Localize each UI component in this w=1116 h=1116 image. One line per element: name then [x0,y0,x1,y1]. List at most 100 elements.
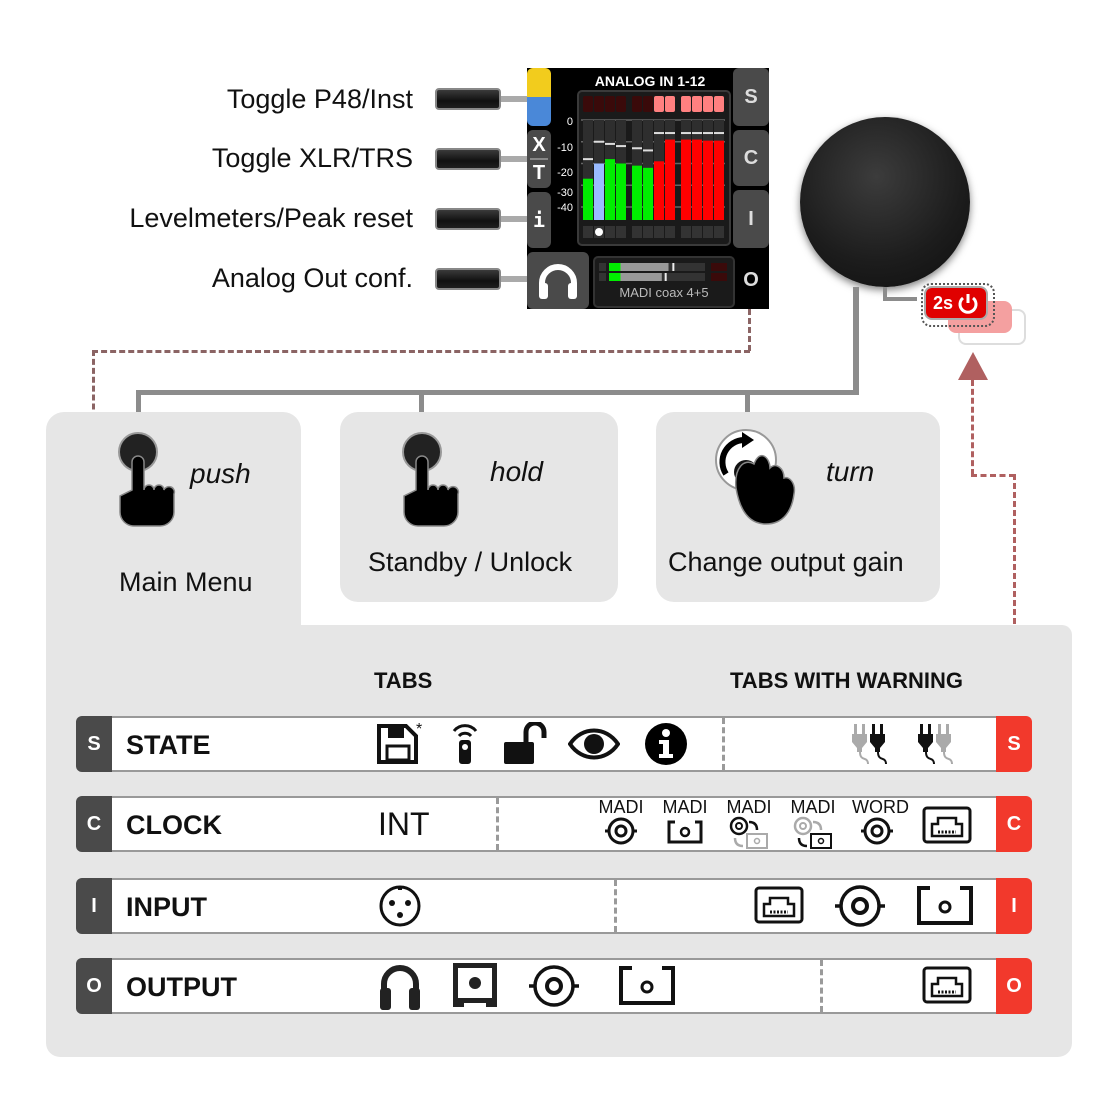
row-clock[interactable]: C CLOCK INT MADI MADI MADI MADI WORD C [76,796,1032,852]
verb-turn: turn [826,456,875,487]
meter-bar [594,163,604,220]
optical-icon [667,820,703,844]
peak-hold [654,132,664,135]
clock-madi-optical[interactable]: MADI [660,798,710,851]
channel-select-cell [654,226,664,238]
bnc-icon[interactable] [526,962,582,1010]
headphones-key[interactable] [527,252,589,309]
output-level [609,263,621,271]
row-state[interactable]: S STATE * S [76,716,1032,772]
xlr-icon[interactable] [378,884,422,928]
peak-hold [605,142,615,145]
channel-select-cell [583,226,593,238]
hold-hand-icon [402,432,460,527]
key-input[interactable]: I [733,190,769,248]
clip-indicator [703,96,713,112]
peak-hold [692,132,702,135]
remote-icon[interactable] [450,722,480,766]
info-key[interactable]: i [527,192,551,248]
network-icon[interactable] [922,806,972,844]
peak-hold [643,149,653,152]
connector-line [501,156,528,162]
row-body: STATE * [112,716,996,772]
connector-line [853,287,859,393]
power-icon [958,294,978,314]
network-icon[interactable] [922,966,972,1004]
connector-line [419,390,424,412]
power-plug-left-icon[interactable] [850,722,890,766]
network-icon[interactable] [754,886,804,924]
p48-inst-indicator [527,68,551,126]
optical-icon[interactable] [618,966,676,1006]
main-knob[interactable] [800,117,970,287]
bnc-icon[interactable] [832,882,888,930]
label-toggle-p48: Toggle P48/Inst [226,84,413,114]
meter-bar [632,165,642,220]
key-output[interactable]: O [733,252,769,309]
channel-select-cell [632,226,642,238]
output-clip [711,273,727,281]
redundant-bnc-icon [729,816,768,849]
eye-icon[interactable] [568,722,620,766]
channel-select-cell [681,226,691,238]
warning-header: TABS WITH WARNING [730,668,964,693]
warning-key: I [996,878,1032,934]
peak-hold [632,147,642,150]
key-state[interactable]: S [733,68,769,126]
meter-bar [643,167,653,220]
device-display: X T i ANALOG IN 1-12 S C I O 0 -10 -20 -… [527,68,769,309]
clock-madi-bnc[interactable]: MADI [596,798,646,851]
power-plug-right-icon[interactable] [916,722,956,766]
power-badge: 2s [924,286,988,320]
clock-source[interactable]: INT [378,806,430,843]
channel-select-cell [703,226,713,238]
connector-line [501,96,528,102]
button-toggle-xlr[interactable] [435,148,501,170]
clip-indicator [654,96,664,112]
headphones-icon[interactable] [378,964,422,1012]
action-main-menu: Main Menu [119,567,253,597]
optical-icon[interactable] [916,886,974,926]
row-divider [722,718,725,770]
row-output[interactable]: O OUTPUT O [76,958,1032,1014]
peak-hold [665,132,675,135]
meter-bar [583,178,593,220]
card-push: push Main Menu [46,412,301,642]
xlr-trs-key[interactable]: X T [527,130,551,188]
arrow-up-icon [958,352,988,380]
hold-duration: 2s [932,292,954,313]
unlock-icon[interactable] [502,722,550,766]
label-levelmeters: Levelmeters/Peak reset [129,203,413,233]
card-hold: hold Standby / Unlock [340,412,618,602]
row-key: C [76,796,112,852]
verb-hold: hold [490,456,543,487]
row-body: CLOCK INT MADI MADI MADI MADI WORD [112,796,996,852]
button-toggle-p48[interactable] [435,88,501,110]
connector-line [136,390,141,412]
bnc-icon [861,817,893,845]
channel-select-cell [605,226,615,238]
output-meters [599,263,727,281]
row-divider [614,880,617,932]
clock-madi-redundant-optical[interactable]: MADI [788,798,838,855]
clip-indicator [681,96,691,112]
save-icon[interactable]: * [376,722,424,766]
peak-hold [681,132,691,135]
connector-line [501,276,528,282]
clock-word-bnc[interactable]: WORD [852,798,909,851]
row-input[interactable]: I INPUT I [76,878,1032,934]
svg-text:*: * [416,722,422,738]
db-label: -30 [557,187,573,199]
info-icon[interactable] [644,722,688,766]
push-hand-icon [118,432,176,527]
key-clock[interactable]: C [733,130,769,186]
clock-madi-redundant-bnc[interactable]: MADI [724,798,774,855]
button-analog-out[interactable] [435,268,501,290]
button-levelmeters[interactable] [435,208,501,230]
trs-label: T [532,162,546,184]
row-name: INPUT [126,892,207,922]
verb-push: push [190,458,251,489]
meter-cap [599,263,606,271]
output-clip [711,263,727,271]
sfp-icon[interactable] [452,962,498,1008]
